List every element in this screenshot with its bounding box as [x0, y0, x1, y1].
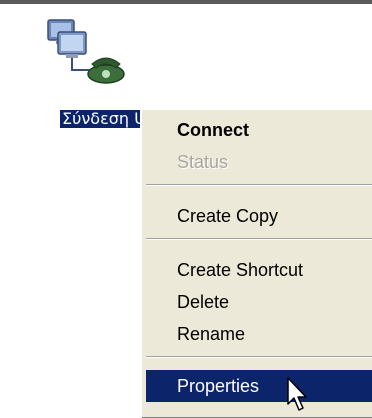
- menu-item-connect[interactable]: Connect: [146, 114, 372, 146]
- menu-item-properties[interactable]: Properties: [146, 370, 372, 402]
- menu-separator: [146, 238, 372, 240]
- menu-item-create-shortcut[interactable]: Create Shortcut: [146, 254, 372, 286]
- context-menu: Connect Status Create Copy Create Shortc…: [140, 108, 372, 418]
- arrow-pointer-icon: [287, 377, 307, 411]
- network-connection-desktop-icon[interactable]: Σύνδεση UoA: [44, 18, 169, 128]
- menu-separator: [146, 356, 372, 358]
- menu-item-rename[interactable]: Rename: [146, 318, 372, 350]
- menu-item-delete[interactable]: Delete: [146, 286, 372, 318]
- menu-item-status: Status: [177, 152, 229, 172]
- menu-item-create-copy[interactable]: Create Copy: [146, 200, 372, 232]
- window-top-edge: [0, 0, 372, 4]
- menu-separator: [146, 184, 372, 186]
- network-connection-icon: [47, 19, 125, 84]
